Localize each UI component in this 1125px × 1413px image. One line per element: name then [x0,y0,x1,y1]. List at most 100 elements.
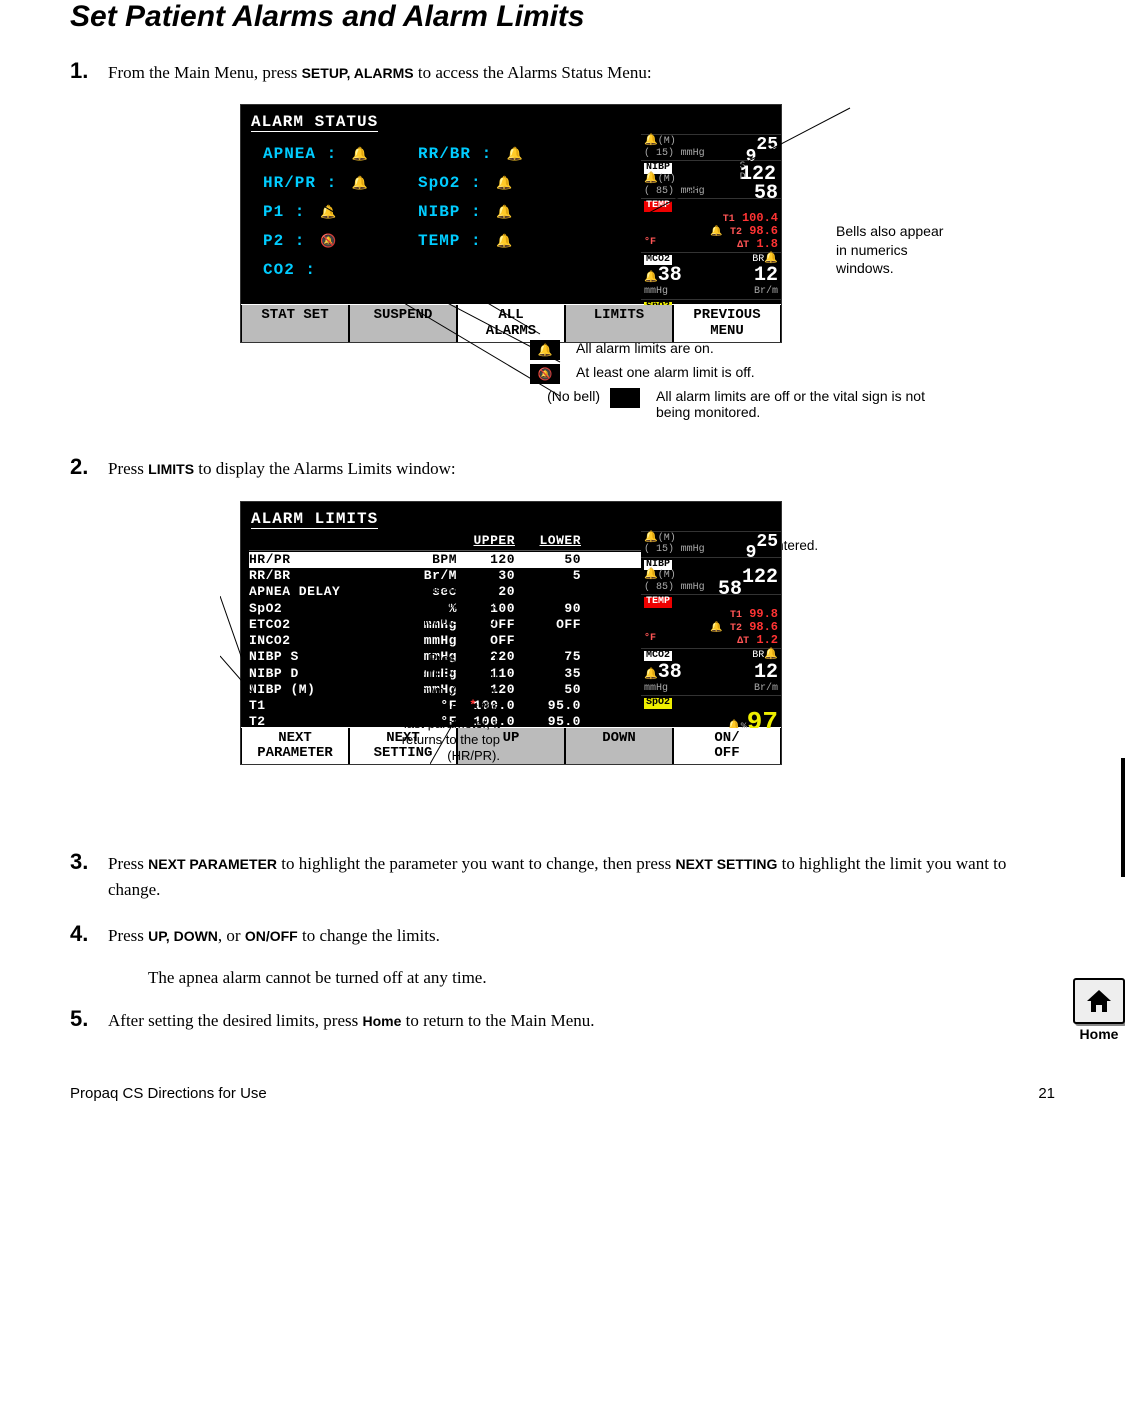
param-lower [515,584,581,600]
param-lower: 35 [515,666,581,682]
temp-t1: T1 [723,214,735,225]
btn-next-parameter[interactable]: NEXT PARAMETER [242,728,348,765]
s5sc: Home [362,1013,401,1029]
temp-v3: 1.8 [756,237,778,251]
temp2-t1: T1 [730,610,742,621]
alarm-status-screen: ALARM STATUS APNEA : 🔔RR/BR : 🔔 HR/PR : … [240,104,782,343]
param-upper: 120 [457,552,515,568]
limits-row[interactable]: INCO2mmHgOFF [249,633,641,649]
note-next-param: Press NEXT PARAMETER to scroll down. Aft… [360,651,500,765]
bell-icon: 🔔 [644,272,658,284]
param-lower: 50 [515,682,581,698]
param-name: SpO2 [249,601,389,617]
btn-suspend[interactable]: SUSPEND [350,305,456,342]
br-u: Br/m [754,286,778,297]
legend-on: All alarm limits are on. [576,340,714,356]
bell-on-icon: 🔔 [352,143,369,166]
screen-title: ALARM STATUS [251,113,378,132]
param-lower: 5 [515,568,581,584]
mco22-u: mmHg [644,683,668,694]
param-co2: CO2 : [263,261,316,279]
bell-off-icon: 🔕 [320,230,337,253]
figure-1: ALARM STATUS APNEA : 🔔RR/BR : 🔔 HR/PR : … [240,104,1055,434]
temp2-v2: 98.6 [749,620,778,634]
param-apnea: APNEA : [263,145,337,163]
screen-title: ALARM LIMITS [251,510,378,529]
temp-u: °F [644,238,656,248]
bell-icon: 🔔 [710,227,722,238]
nibp2-b2: 58 [718,582,742,598]
step-4-text: Press UP, DOWN, or ON/OFF to change the … [108,921,1055,949]
temp-t2: T2 [730,227,742,238]
nibp2-m: (M) [658,570,676,581]
top-v: ( 15) [644,148,674,159]
step-1-text: From the Main Menu, press SETUP, ALARMS … [108,58,1055,86]
top-m: (M) [658,136,676,147]
spo22-label: SpO2 [644,698,672,709]
s4b: , or [218,926,245,945]
nibp2-v: ( 85) [644,582,674,593]
alarm-limits-screen: ALARM LIMITS UPPERLOWER HR/PRBPM12050RR/… [240,501,782,766]
temp2-t2: T2 [730,623,742,634]
nibp2-b1: 122 [742,570,778,586]
temp2-dt: ∆T [737,636,749,647]
mco22-big: 38 [658,661,682,684]
tile-temp: TEMP T1 100.4 🔔 T2 98.6 °F∆T 1.8 [641,198,781,252]
limits-header: UPPERLOWER [249,533,641,551]
btn-down[interactable]: DOWN [566,728,672,765]
legend-off: At least one alarm limit is off. [576,364,755,380]
step-2-text-b: to display the Alarms Limits window: [194,459,456,478]
btn-on-off[interactable]: ON/ OFF [674,728,780,765]
step-1: 1. From the Main Menu, press SETUP, ALAR… [70,58,1055,86]
s5b: to return to the Main Menu. [401,1011,594,1030]
param-name: APNEA DELAY [249,584,389,600]
param-lower: 90 [515,601,581,617]
bell-off-icon: 🔕 [530,364,560,384]
step-4-num: 4. [70,921,108,949]
t2-u: mmHg [681,544,705,555]
step-2-text: Press LIMITS to display the Alarms Limit… [108,454,1055,482]
s3b: to highlight the parameter you want to c… [277,854,675,873]
home-icon [1073,978,1125,1024]
no-bell-icon [610,388,640,408]
param-upper: OFF [457,633,515,649]
step-1-num: 1. [70,58,108,86]
numerics-sidebar-2: 🔔(M)25( 15) mmHg9 NIBP🔔(M)122( 85) mmHg5… [641,531,781,727]
t2-b2: 9 [746,544,757,563]
param-spo2: SpO2 : [418,174,482,192]
param-name: RR/BR [249,568,389,584]
step-3-text: Press NEXT PARAMETER to highlight the pa… [108,849,1055,904]
t2-m: (M) [658,533,676,544]
param-unit: mmHg [389,633,457,649]
top-big1: 25 [756,136,778,155]
limits-row[interactable]: HR/PRBPM12050 [249,552,641,568]
home-button[interactable]: Home [1073,978,1125,1042]
col-upper: UPPER [457,533,515,549]
alarm-status-params: APNEA : 🔔RR/BR : 🔔 HR/PR : 🔔SpO2 : 🔔 P1 … [241,134,641,304]
br2-big: 12 [754,661,778,684]
legend-nobell: All alarm limits are off or the vital si… [656,388,956,420]
bell-on-icon: 🔔 [320,201,337,224]
col-lower: LOWER [515,533,581,549]
page-footer: Propaq CS Directions for Use 21 [70,1085,1055,1102]
br2-u: Br/m [754,683,778,694]
bell-on-icon: 🔔 [507,143,524,166]
temp-v2: 98.6 [749,224,778,238]
tile-mco2: MCO2🔔38mmHg BR🔔12Br/m [641,252,781,299]
side-tab-setup: Setup [1121,758,1125,877]
nibp-big2: 58 [754,186,778,202]
temp2-label: TEMP [644,597,672,608]
bell-icon: 🔔 [764,253,778,265]
note-arrow-more: Arrow indicates there are more parameter… [370,581,500,630]
nibp-m: (M) [658,174,676,185]
numerics-sidebar: 🔔(M)25 ( 15) mmHg9 NIBPSD 🔔(M)122 ( 85) … [641,134,781,304]
softkey-row-2: NEXT PARAMETER NEXT SETTING UP DOWN ON/ … [241,727,781,765]
btn-stat-set[interactable]: STAT SET [242,305,348,342]
bell-legend: 🔔All alarm limits are on. 🔕At least one … [530,336,956,424]
s4sc2: ON/OFF [245,928,298,944]
temp-dt: ∆T [737,240,749,251]
param-p2: P2 : [263,232,305,250]
nl2a: Press [428,651,465,666]
bell-on-icon: 🔔 [496,172,513,195]
figure-2: ALARM LIMITS UPPERLOWER HR/PRBPM12050RR/… [240,501,1055,831]
